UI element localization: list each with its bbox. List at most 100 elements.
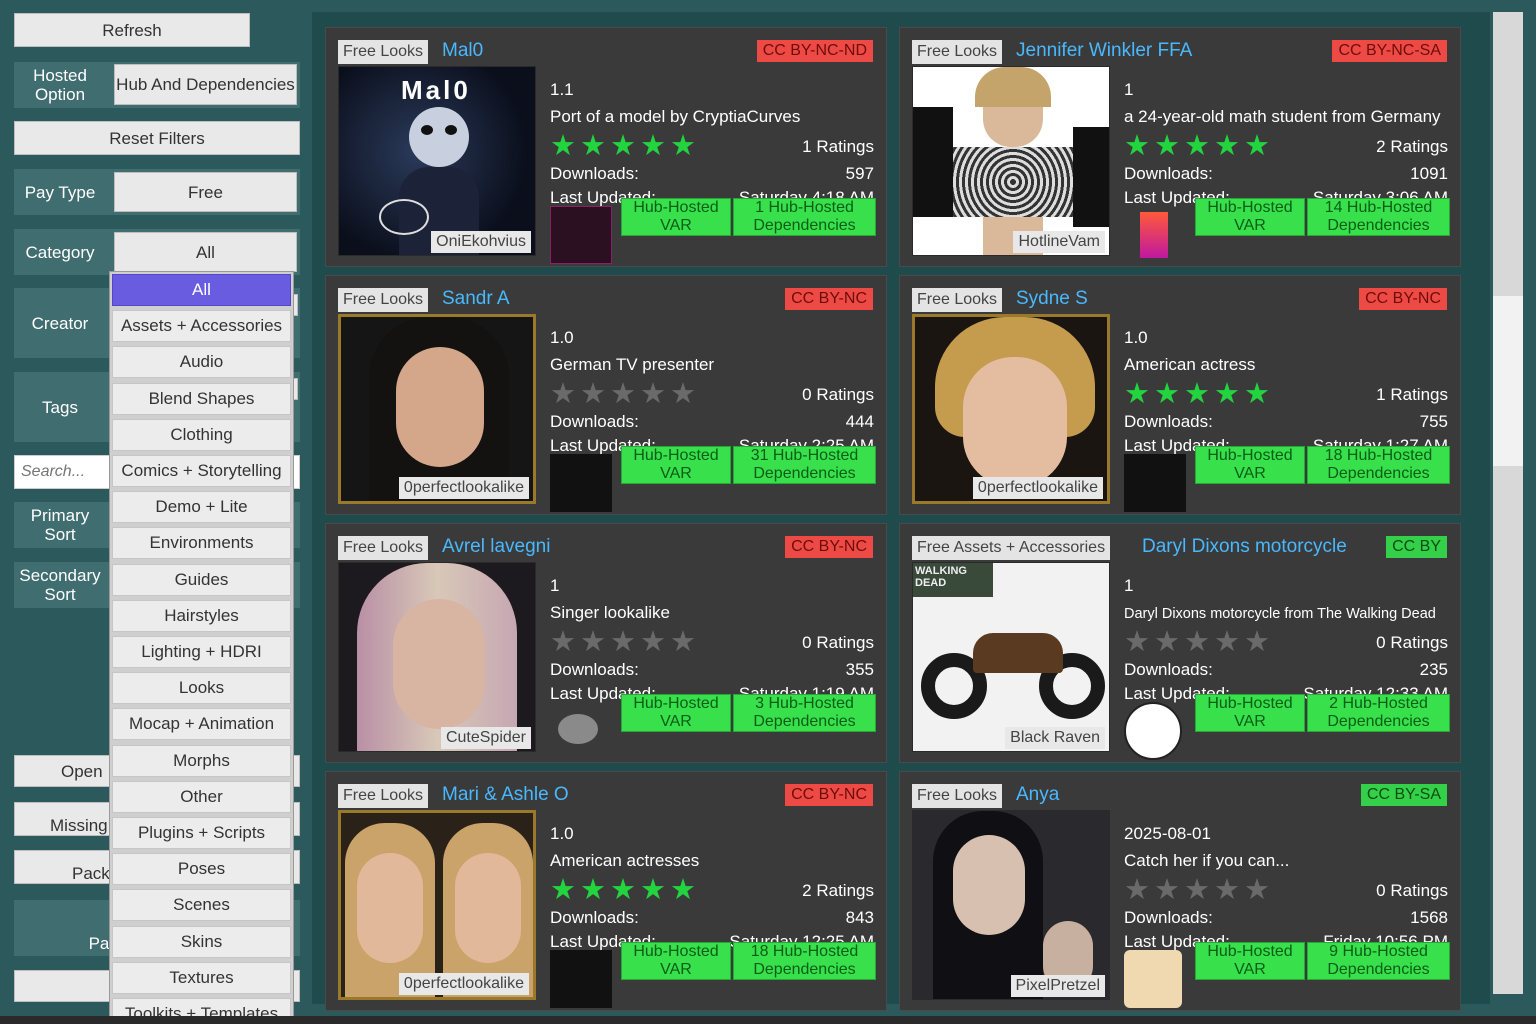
resource-thumbnail[interactable]: WALKING DEAD Black Raven <box>912 562 1110 752</box>
star-icon: ★ <box>580 378 606 410</box>
dependencies-button[interactable]: 1 Hub-Hosted Dependencies <box>733 198 876 236</box>
creator-avatar[interactable] <box>1124 950 1186 1008</box>
creator-avatar[interactable] <box>550 702 612 760</box>
creator-avatar[interactable] <box>550 206 612 264</box>
creator-avatar[interactable] <box>1124 206 1186 264</box>
resource-title[interactable]: Anya <box>1016 782 1059 808</box>
description-text: Port of a model by CryptiaCurves <box>550 107 801 126</box>
resource-title[interactable]: Sandr A <box>442 286 510 312</box>
star-icon: ★ <box>640 626 666 658</box>
category-option[interactable]: Morphs <box>112 744 291 777</box>
dependencies-button[interactable]: 14 Hub-Hosted Dependencies <box>1307 198 1450 236</box>
category-select[interactable]: All <box>114 232 297 272</box>
category-option[interactable]: Assets + Accessories <box>112 310 291 343</box>
star-icon: ★ <box>670 378 696 410</box>
dependencies-button[interactable]: 18 Hub-Hosted Dependencies <box>733 942 876 980</box>
creator-avatar[interactable] <box>1124 702 1186 760</box>
downloads-label: Downloads: <box>550 412 639 431</box>
star-icon: ★ <box>1244 626 1270 658</box>
ratings-count: 0 Ratings <box>1376 633 1448 652</box>
category-option[interactable]: Environments <box>112 527 291 560</box>
resource-title[interactable]: Mal0 <box>442 38 483 64</box>
scrollbar-track[interactable] <box>1493 12 1523 994</box>
hub-hosted-var-button[interactable]: Hub-Hosted VAR <box>621 446 731 484</box>
category-option[interactable]: Lighting + HDRI <box>112 636 291 668</box>
creator-avatar[interactable] <box>550 950 612 1008</box>
category-option[interactable]: Clothing <box>112 418 291 451</box>
hub-hosted-var-button[interactable]: Hub-Hosted VAR <box>621 942 731 980</box>
resource-thumbnail[interactable]: 0perfectlookalike <box>338 314 536 504</box>
star-icon: ★ <box>580 874 606 906</box>
resource-thumbnail[interactable]: 0perfectlookalike <box>912 314 1110 504</box>
resource-thumbnail[interactable]: PixelPretzel <box>912 810 1110 1000</box>
resource-thumbnail[interactable]: 0perfectlookalike <box>338 810 536 1000</box>
category-option[interactable]: Scenes <box>112 889 291 922</box>
resource-card[interactable]: Free Looks Mari & Ashle O CC BY-NC 0perfect… <box>325 771 887 1011</box>
category-option[interactable]: Looks <box>112 672 291 705</box>
creator-tag[interactable]: 0perfectlookalike <box>398 973 529 995</box>
category-option[interactable]: Plugins + Scripts <box>112 817 291 849</box>
refresh-button[interactable]: Refresh <box>14 13 250 47</box>
creator-tag[interactable]: OniEkohvius <box>431 231 531 253</box>
creator-tag[interactable]: PixelPretzel <box>1010 975 1105 997</box>
category-option[interactable]: Skins <box>112 925 291 958</box>
category-tag: Free Looks <box>338 288 429 312</box>
category-option[interactable]: Mocap + Animation <box>112 708 291 741</box>
hub-hosted-var-button[interactable]: Hub-Hosted VAR <box>1195 198 1305 236</box>
category-option[interactable]: Demo + Lite <box>112 491 291 524</box>
creator-avatar[interactable] <box>1124 454 1186 512</box>
creator-tag[interactable]: CuteSpider <box>440 727 531 749</box>
resource-card[interactable]: Free Looks Jennifer Winkler FFA CC BY-NC-S… <box>899 27 1461 267</box>
dependencies-button[interactable]: 3 Hub-Hosted Dependencies <box>733 694 876 732</box>
category-option[interactable]: Blend Shapes <box>112 382 291 415</box>
hub-hosted-var-button[interactable]: Hub-Hosted VAR <box>1195 694 1305 732</box>
resource-card[interactable]: Free Looks Sydne S CC BY-NC 0perfectlookali… <box>899 275 1461 515</box>
resource-title[interactable]: Daryl Dixons motorcycle <box>1142 534 1347 560</box>
category-tag: Free Looks <box>338 784 429 808</box>
resource-card[interactable]: Free Assets + Accessories Daryl Dixons mo… <box>899 523 1461 763</box>
hosted-option-select[interactable]: Hub And Dependencies <box>114 64 297 105</box>
creator-tag[interactable]: 0perfectlookalike <box>972 477 1103 499</box>
resource-title[interactable]: Avrel lavegni <box>442 534 550 560</box>
scrollbar-thumb[interactable] <box>1493 296 1523 466</box>
resource-thumbnail[interactable]: HotlineVam <box>912 66 1110 256</box>
reset-filters-button[interactable]: Reset Filters <box>14 121 300 155</box>
category-option[interactable]: Poses <box>112 853 291 886</box>
resource-title[interactable]: Sydne S <box>1016 286 1088 312</box>
category-option[interactable]: Audio <box>112 346 291 379</box>
hub-hosted-var-button[interactable]: Hub-Hosted VAR <box>1195 446 1305 484</box>
creator-tag[interactable]: 0perfectlookalike <box>398 477 529 499</box>
category-tag: Free Looks <box>912 288 1003 312</box>
downloads-label: Downloads: <box>1124 164 1213 183</box>
creator-avatar[interactable] <box>550 454 612 512</box>
resource-title[interactable]: Mari & Ashle O <box>442 782 569 808</box>
ratings-count: 0 Ratings <box>802 633 874 652</box>
category-option[interactable]: Other <box>112 780 291 813</box>
category-option[interactable]: All <box>112 274 291 306</box>
resource-card[interactable]: Free Looks Sandr A CC BY-NC 0perfectlookali… <box>325 275 887 515</box>
resource-card[interactable]: Free Looks Avrel lavegni CC BY-NC CuteSpide… <box>325 523 887 763</box>
hub-hosted-var-button[interactable]: Hub-Hosted VAR <box>621 694 731 732</box>
category-option[interactable]: Comics + Storytelling <box>112 455 291 487</box>
hub-hosted-var-button[interactable]: Hub-Hosted VAR <box>621 198 731 236</box>
dependencies-button[interactable]: 31 Hub-Hosted Dependencies <box>733 446 876 484</box>
resource-card[interactable]: Free Looks Mal0 CC BY-NC-ND Mal0 OniEkohvius… <box>325 27 887 267</box>
dependencies-button[interactable]: 18 Hub-Hosted Dependencies <box>1307 446 1450 484</box>
creator-tag[interactable]: Black Raven <box>1005 727 1105 749</box>
hub-hosted-var-button[interactable]: Hub-Hosted VAR <box>1195 942 1305 980</box>
category-option[interactable]: Guides <box>112 563 291 596</box>
license-badge: CC BY-NC-SA <box>1332 40 1447 62</box>
hosted-option-label: Hosted Option <box>33 66 87 104</box>
resource-thumbnail[interactable]: Mal0 OniEkohvius <box>338 66 536 256</box>
resource-title[interactable]: Jennifer Winkler FFA <box>1016 38 1192 64</box>
category-option[interactable]: Hairstyles <box>112 599 291 632</box>
resource-thumbnail[interactable]: CuteSpider <box>338 562 536 752</box>
resource-card[interactable]: Free Looks Anya CC BY-SA PixelPretzel 2025-0… <box>899 771 1461 1011</box>
dependencies-button[interactable]: 2 Hub-Hosted Dependencies <box>1307 694 1450 732</box>
ratings-count: 2 Ratings <box>802 881 874 900</box>
pay-type-select[interactable]: Free <box>114 172 297 212</box>
star-icon: ★ <box>1124 874 1150 906</box>
category-option[interactable]: Textures <box>112 961 291 994</box>
creator-tag[interactable]: HotlineVam <box>1013 231 1105 253</box>
dependencies-button[interactable]: 9 Hub-Hosted Dependencies <box>1307 942 1450 980</box>
